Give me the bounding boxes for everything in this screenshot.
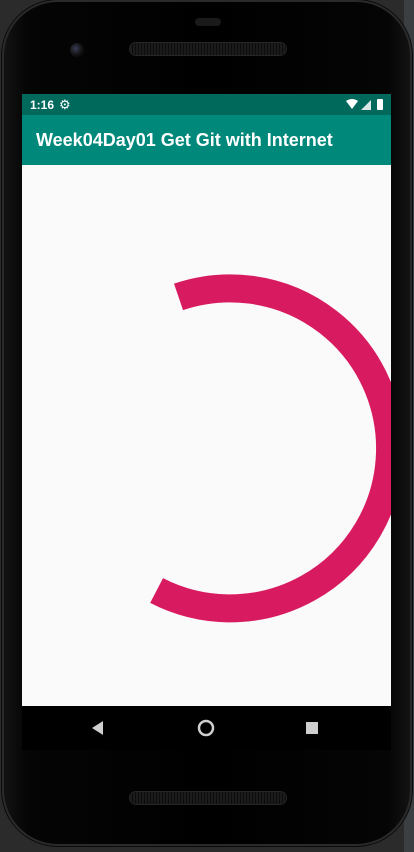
status-bar: 1:16 ⚙ — [22, 94, 391, 115]
back-icon[interactable] — [88, 718, 108, 738]
battery-icon — [377, 99, 383, 110]
progress-spinner — [150, 274, 391, 623]
gear-icon: ⚙ — [59, 97, 71, 112]
earpiece — [195, 18, 221, 26]
status-icons — [346, 99, 383, 110]
front-camera-icon — [70, 43, 84, 57]
main-content — [22, 165, 391, 706]
recents-icon[interactable] — [302, 718, 322, 738]
top-speaker-grille — [130, 43, 286, 55]
device-screen: 1:16 ⚙ Week04Day01 Get Git with Internet — [22, 94, 391, 706]
navigation-bar — [22, 706, 391, 750]
status-time: 1:16 — [30, 98, 55, 112]
wifi-icon — [346, 99, 358, 109]
home-icon[interactable] — [196, 718, 216, 738]
bottom-speaker-grille — [130, 792, 286, 804]
signal-icon — [361, 100, 371, 110]
progress-arc — [150, 274, 391, 623]
app-bar: Week04Day01 Get Git with Internet — [22, 115, 391, 165]
app-bar-title: Week04Day01 Get Git with Internet — [36, 130, 333, 150]
